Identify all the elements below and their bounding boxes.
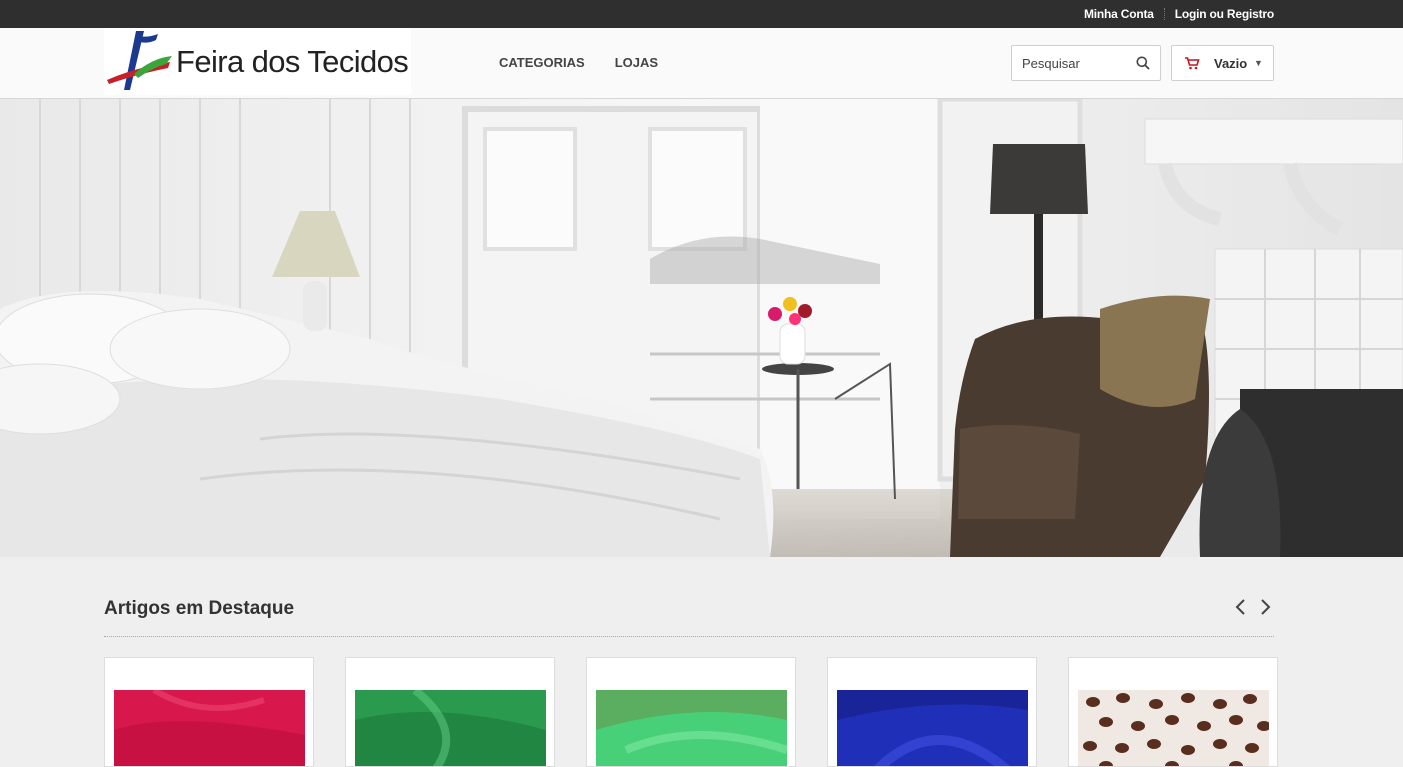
product-image xyxy=(114,690,305,766)
product-card[interactable] xyxy=(104,657,314,767)
logo-mark-icon xyxy=(107,31,172,90)
section-divider xyxy=(104,636,1274,637)
search-icon[interactable] xyxy=(1136,56,1150,75)
cart-label: Vazio xyxy=(1214,56,1248,71)
login-register-link[interactable]: Login ou Registro xyxy=(1175,7,1274,21)
logo-text: Feira dos Tecidos xyxy=(176,44,409,79)
shopping-cart-icon xyxy=(1184,56,1200,75)
featured-products-list xyxy=(104,657,1278,767)
site-logo[interactable]: Feira dos Tecidos xyxy=(104,28,411,95)
search-box xyxy=(1011,45,1161,81)
site-header: Feira dos Tecidos CATEGORIAS LOJAS Vazio… xyxy=(0,28,1403,99)
bedroom-photo xyxy=(0,99,1403,557)
chevron-right-icon[interactable] xyxy=(1260,598,1272,621)
top-bar: Minha Conta Login ou Registro xyxy=(0,0,1403,28)
my-account-link[interactable]: Minha Conta xyxy=(1084,7,1154,21)
product-card[interactable] xyxy=(345,657,555,767)
chevron-down-icon: ▼ xyxy=(1254,58,1263,68)
product-image xyxy=(837,690,1028,766)
link-separator xyxy=(1163,8,1165,20)
product-image xyxy=(1078,690,1269,766)
product-card[interactable] xyxy=(1068,657,1278,767)
main-nav: CATEGORIAS LOJAS xyxy=(499,55,658,70)
featured-section-title: Artigos em Destaque xyxy=(104,598,295,619)
cart-button[interactable]: Vazio ▼ xyxy=(1171,45,1274,81)
search-input[interactable] xyxy=(1012,46,1122,80)
hero-banner-image xyxy=(0,99,1403,557)
nav-item-categorias[interactable]: CATEGORIAS xyxy=(499,55,585,70)
product-image xyxy=(355,690,546,766)
product-image xyxy=(596,690,787,766)
product-card[interactable] xyxy=(586,657,796,767)
chevron-left-icon[interactable] xyxy=(1234,598,1246,621)
carousel-arrows xyxy=(1234,598,1272,621)
account-links: Minha Conta Login ou Registro xyxy=(1084,0,1274,28)
nav-item-lojas[interactable]: LOJAS xyxy=(615,55,658,70)
product-card[interactable] xyxy=(827,657,1037,767)
